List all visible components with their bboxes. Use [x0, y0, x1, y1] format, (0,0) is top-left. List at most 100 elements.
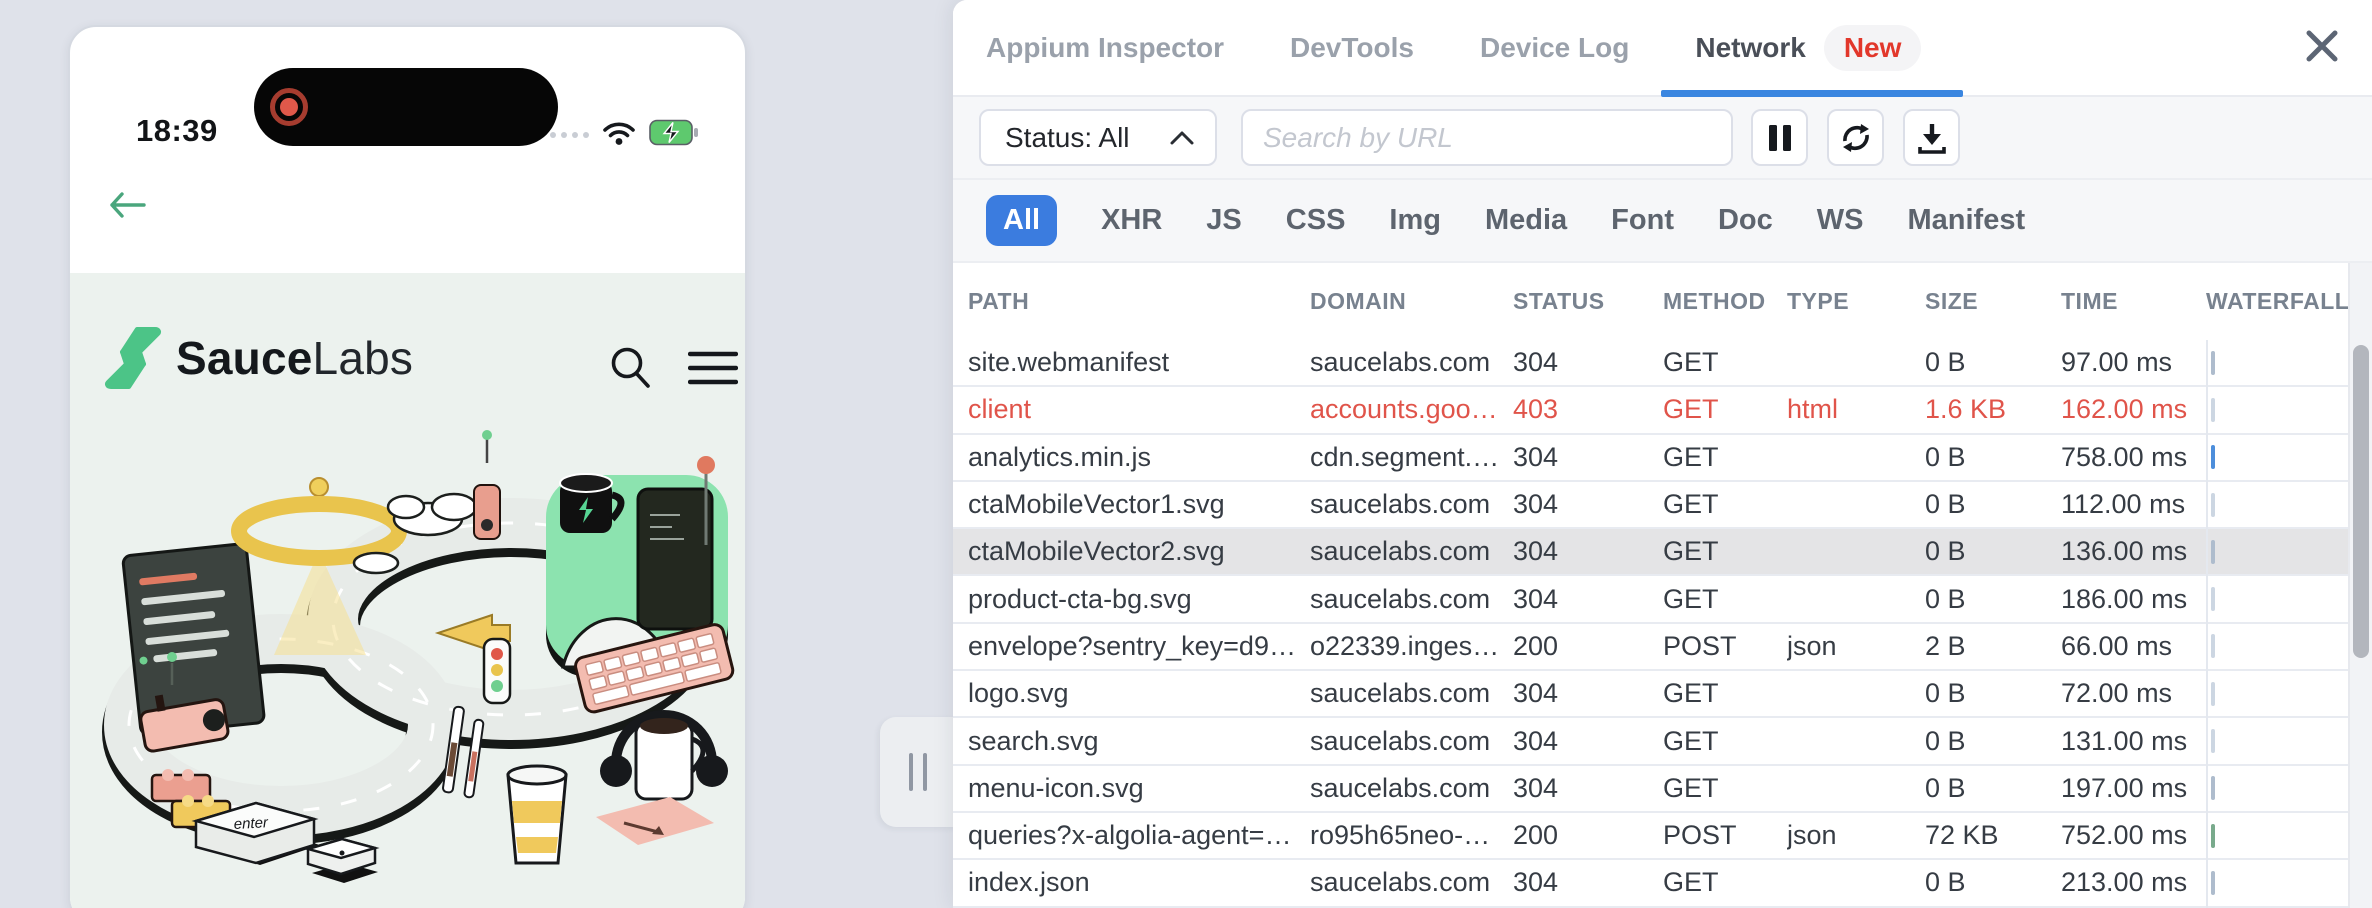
cell-domain: saucelabs.com — [1310, 489, 1513, 520]
cell-time: 758.00 ms — [2061, 442, 2206, 473]
scrollbar[interactable] — [2348, 263, 2372, 908]
cell-path: queries?x-algolia-agent=Algo... — [968, 820, 1310, 851]
column-header: SIZE — [1925, 288, 2061, 315]
cell-status: 200 — [1513, 820, 1663, 851]
table-row[interactable]: queries?x-algolia-agent=Algo... ro95h65n… — [953, 813, 2348, 860]
download-icon — [1916, 121, 1948, 155]
refresh-icon — [1839, 121, 1873, 155]
cell-waterfall — [2206, 387, 2348, 432]
tab-network[interactable]: Network New — [1695, 0, 1921, 95]
url-search-input[interactable] — [1241, 109, 1733, 166]
filter-chip[interactable]: Media — [1485, 206, 1567, 235]
panel-drag-handle[interactable] — [880, 717, 956, 827]
cell-size: 0 B — [1925, 867, 2061, 898]
pause-button[interactable] — [1751, 109, 1808, 166]
filter-chip[interactable]: Img — [1389, 206, 1441, 235]
table-row[interactable]: menu-icon.svg saucelabs.com 304 GET 0 B … — [953, 766, 2348, 813]
battery-charging-icon — [649, 119, 699, 151]
cell-status: 304 — [1513, 442, 1663, 473]
close-icon[interactable] — [2300, 24, 2344, 68]
table-row[interactable]: client accounts.googl... 403 GET html 1.… — [953, 387, 2348, 434]
tab-network-label: Network — [1695, 32, 1805, 64]
scrollbar-thumb[interactable] — [2353, 345, 2369, 658]
status-filter-dropdown[interactable]: Status: All — [979, 109, 1217, 166]
cell-method: GET — [1663, 347, 1787, 378]
waterfall-tick — [2211, 776, 2215, 800]
table-row[interactable]: ctaMobileVector1.svg saucelabs.com 304 G… — [953, 482, 2348, 529]
saucelabs-logo[interactable]: SauceLabs — [104, 325, 413, 391]
cell-status: 304 — [1513, 489, 1663, 520]
cell-domain: saucelabs.com — [1310, 867, 1513, 898]
filter-chip[interactable]: Manifest — [1908, 206, 2026, 235]
filter-chip-label: CSS — [1286, 204, 1346, 236]
tab-appium-inspector[interactable]: Appium Inspector — [986, 32, 1224, 64]
cell-waterfall — [2206, 529, 2348, 574]
filter-chip[interactable]: All — [986, 195, 1057, 246]
devtools-tabbar: Appium Inspector DevTools Device Log Net… — [953, 0, 2372, 97]
cell-path: menu-icon.svg — [968, 773, 1310, 804]
filter-chip-label: JS — [1206, 204, 1241, 236]
cell-status: 304 — [1513, 867, 1663, 898]
cell-time: 131.00 ms — [2061, 726, 2206, 757]
cell-time: 112.00 ms — [2061, 489, 2206, 520]
waterfall-tick — [2211, 587, 2215, 611]
filter-chip[interactable]: JS — [1206, 206, 1241, 235]
cell-time: 72.00 ms — [2061, 678, 2206, 709]
cell-time: 97.00 ms — [2061, 347, 2206, 378]
new-badge: New — [1824, 25, 1922, 71]
network-toolbar: Status: All — [953, 97, 2372, 180]
device-screen: 18:39 — [68, 25, 747, 908]
waterfall-tick — [2211, 682, 2215, 706]
cell-path: index.json — [968, 867, 1310, 898]
pause-icon — [1767, 123, 1793, 153]
cell-method: GET — [1663, 536, 1787, 567]
filter-chip[interactable]: WS — [1817, 206, 1864, 235]
cell-domain: saucelabs.com — [1310, 678, 1513, 709]
table-row[interactable]: analytics.min.js cdn.segment.com 304 GET… — [953, 435, 2348, 482]
filter-chip-label: All — [1003, 204, 1040, 236]
tab-devtools[interactable]: DevTools — [1290, 32, 1414, 64]
table-row[interactable]: logo.svg saucelabs.com 304 GET 0 B 72.00… — [953, 671, 2348, 718]
column-header: STATUS — [1513, 288, 1663, 315]
table-row[interactable]: search.svg saucelabs.com 304 GET 0 B 131… — [953, 718, 2348, 765]
column-header: TIME — [2061, 288, 2206, 315]
table-row[interactable]: envelope?sentry_key=d9ae8... o22339.inge… — [953, 624, 2348, 671]
hamburger-menu-icon[interactable] — [688, 351, 738, 392]
cell-path: logo.svg — [968, 678, 1310, 709]
filter-chip[interactable]: Font — [1611, 206, 1674, 235]
mobile-device-testing-screen: 18:39 — [0, 0, 2372, 908]
cell-domain: saucelabs.com — [1310, 347, 1513, 378]
back-arrow-icon[interactable] — [108, 191, 148, 226]
cell-domain: saucelabs.com — [1310, 726, 1513, 757]
cell-time: 197.00 ms — [2061, 773, 2206, 804]
cell-domain: accounts.googl... — [1310, 394, 1513, 425]
cell-method: POST — [1663, 631, 1787, 662]
filter-chip-label: Img — [1389, 204, 1441, 236]
refresh-button[interactable] — [1827, 109, 1884, 166]
filter-chip[interactable]: CSS — [1286, 206, 1346, 235]
waterfall-tick — [2211, 351, 2215, 375]
svg-text:enter: enter — [233, 814, 269, 833]
table-row[interactable]: ctaMobileVector2.svg saucelabs.com 304 G… — [953, 529, 2348, 576]
table-row[interactable]: product-cta-bg.svg saucelabs.com 304 GET… — [953, 576, 2348, 623]
tab-device-log[interactable]: Device Log — [1480, 32, 1629, 64]
download-button[interactable] — [1903, 109, 1960, 166]
cell-path: ctaMobileVector1.svg — [968, 489, 1310, 520]
cell-status: 304 — [1513, 584, 1663, 615]
filter-chip[interactable]: XHR — [1101, 206, 1162, 235]
cell-size: 2 B — [1925, 631, 2061, 662]
table-row[interactable]: site.webmanifest saucelabs.com 304 GET 0… — [953, 340, 2348, 387]
cell-status: 304 — [1513, 773, 1663, 804]
search-icon[interactable] — [608, 345, 652, 396]
cell-size: 72 KB — [1925, 820, 2061, 851]
filter-chip[interactable]: Doc — [1718, 206, 1773, 235]
cell-domain: ro95h65neo-ds... — [1310, 820, 1513, 851]
cell-method: GET — [1663, 394, 1787, 425]
saucelabs-logo-icon — [104, 325, 162, 391]
cell-method: GET — [1663, 678, 1787, 709]
devops-loop-illustration: enter — [76, 423, 736, 908]
table-row[interactable]: index.json saucelabs.com 304 GET 0 B 213… — [953, 860, 2348, 907]
status-filter-value: Status: All — [1005, 122, 1130, 154]
filter-chip-label: WS — [1817, 204, 1864, 236]
cell-size: 0 B — [1925, 489, 2061, 520]
